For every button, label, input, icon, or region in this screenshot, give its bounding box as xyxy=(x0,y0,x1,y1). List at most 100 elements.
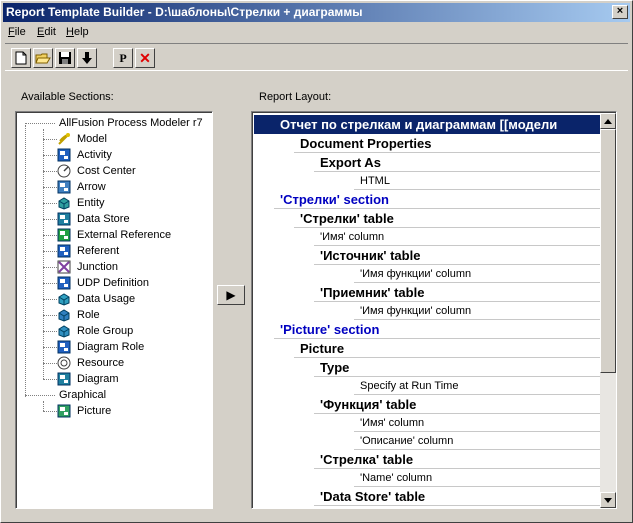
layout-row[interactable]: 'Источник' table xyxy=(254,246,600,265)
layout-row[interactable]: 'Имя' column xyxy=(254,228,600,246)
tree-item-udp-definition[interactable]: UDP Definition xyxy=(57,275,207,291)
new-document-icon xyxy=(15,51,27,65)
title-bar: Report Template Builder - D:\шаблоны\Стр… xyxy=(3,3,630,22)
tree-item-label: Diagram xyxy=(77,373,119,385)
menu-file[interactable]: File xyxy=(8,26,26,38)
entity-icon xyxy=(58,197,70,210)
layout-row[interactable]: Export As xyxy=(254,153,600,172)
tree-item-label: Arrow xyxy=(77,181,106,193)
menu-edit[interactable]: Edit xyxy=(37,26,56,38)
available-sections-tree[interactable]: AllFusion Process Modeler r7 Model Activit… xyxy=(15,111,213,509)
layout-row[interactable]: 'Описание' column xyxy=(254,432,600,450)
report-layout-label: Report Layout: xyxy=(259,91,332,103)
layout-row-label: 'Picture' section xyxy=(280,322,380,337)
tree-item-junction[interactable]: Junction xyxy=(57,259,207,275)
delete-icon: ✕ xyxy=(139,49,151,66)
tree-connector xyxy=(43,331,57,332)
layout-row-label: 'Имя функции' column xyxy=(360,305,472,317)
tree-item-data-store[interactable]: Data Store xyxy=(57,211,207,227)
tree-connector xyxy=(43,251,57,252)
tree-item-data-usage[interactable]: Data Usage xyxy=(57,291,207,307)
tree-item-label: UDP Definition xyxy=(77,277,149,289)
tree-item-diagram[interactable]: Diagram xyxy=(57,371,207,387)
external-reference-icon xyxy=(57,228,71,242)
layout-row[interactable]: 'Приемник' table xyxy=(254,283,600,302)
layout-row[interactable]: 'Функция' table xyxy=(254,395,600,414)
layout-row-label: 'Стрелки' table xyxy=(300,211,394,226)
save-icon xyxy=(59,52,71,64)
layout-row[interactable]: 'Имя' column xyxy=(254,414,600,432)
layout-row[interactable]: 'Имя функции' column xyxy=(254,302,600,320)
layout-row[interactable]: Отчет по стрелкам и диаграммам [[модели xyxy=(254,115,600,134)
tree-item-label: Picture xyxy=(77,405,112,417)
delete-button[interactable]: ✕ xyxy=(135,48,155,68)
scroll-up-icon xyxy=(604,118,612,124)
add-section-button[interactable]: ▶ xyxy=(217,285,245,305)
layout-row[interactable]: Picture xyxy=(254,339,600,358)
layout-row[interactable]: Document Properties xyxy=(254,134,600,153)
layout-row[interactable]: Specify at Run Time xyxy=(254,377,600,395)
close-button[interactable]: × xyxy=(612,5,628,19)
diagram-role-icon xyxy=(57,340,71,354)
tree-item-role-group[interactable]: Role Group xyxy=(57,323,207,339)
layout-row[interactable]: 'Data Store' table xyxy=(254,487,600,506)
model-icon xyxy=(58,133,70,145)
open-button[interactable] xyxy=(33,48,53,68)
layout-row-label: Specify at Run Time xyxy=(360,380,459,392)
tree-item-label: Model xyxy=(77,133,107,145)
menu-help[interactable]: Help xyxy=(66,26,89,38)
vertical-scrollbar[interactable] xyxy=(600,113,616,508)
tree-item-diagram-role[interactable]: Diagram Role xyxy=(57,339,207,355)
picture-icon xyxy=(57,404,71,418)
open-folder-icon xyxy=(35,53,51,64)
udp-definition-icon xyxy=(57,276,71,290)
tree-connector xyxy=(43,129,44,379)
layout-row-label: 'Приемник' table xyxy=(320,285,425,300)
scroll-up-button[interactable] xyxy=(600,113,616,129)
tree-item-referent[interactable]: Referent xyxy=(57,243,207,259)
layout-row-label: 'Стрелка' table xyxy=(320,452,414,467)
tree-connector xyxy=(43,267,57,268)
report-template-builder-window: Report Template Builder - D:\шаблоны\Стр… xyxy=(0,0,633,523)
tree-item-activity[interactable]: Activity xyxy=(57,147,207,163)
new-button[interactable] xyxy=(11,48,31,68)
scroll-thumb[interactable] xyxy=(600,129,616,373)
layout-row[interactable]: 'Стрелки' section xyxy=(254,190,600,209)
tree-item-resource[interactable]: Resource xyxy=(57,355,207,371)
role-icon xyxy=(58,309,70,322)
layout-row[interactable]: 'Имя функции' column xyxy=(254,265,600,283)
tree-item-cost-center[interactable]: Cost Center xyxy=(57,163,207,179)
layout-row[interactable]: 'Стрелки' table xyxy=(254,209,600,228)
move-down-button[interactable] xyxy=(77,48,97,68)
tree-item-model[interactable]: Model xyxy=(57,131,207,147)
properties-button[interactable]: P xyxy=(113,48,133,68)
tree-item-label: Cost Center xyxy=(77,165,136,177)
tree-connector xyxy=(43,315,57,316)
arrow-right-icon: ▶ xyxy=(226,288,236,302)
tree-item-entity[interactable]: Entity xyxy=(57,195,207,211)
tree-connector xyxy=(43,299,57,300)
layout-row-label: Type xyxy=(320,360,350,375)
tree-connector xyxy=(43,411,57,412)
layout-row[interactable]: Type xyxy=(254,358,600,377)
save-button[interactable] xyxy=(55,48,75,68)
tree-item-external-reference[interactable]: External Reference xyxy=(57,227,207,243)
arrow-icon xyxy=(57,180,71,194)
tree-item-label: Graphical xyxy=(59,389,107,401)
layout-row-label: 'Имя' column xyxy=(360,417,425,429)
tree-item-arrow[interactable]: Arrow xyxy=(57,179,207,195)
report-layout-tree[interactable]: Отчет по стрелкам и диаграммам [[модели D… xyxy=(251,111,617,509)
layout-row-label: Export As xyxy=(320,155,381,170)
layout-row[interactable]: HTML xyxy=(254,172,600,190)
layout-row[interactable]: 'Picture' section xyxy=(254,320,600,339)
layout-row[interactable]: 'Стрелка' table xyxy=(254,450,600,469)
tree-item-label: Role xyxy=(77,309,100,321)
scroll-down-button[interactable] xyxy=(600,492,616,508)
available-sections-label: Available Sections: xyxy=(21,91,114,103)
tree-item-label: Data Usage xyxy=(77,293,136,305)
layout-row[interactable]: 'Name' column xyxy=(254,469,600,487)
layout-row-label: 'Имя' column xyxy=(320,231,385,243)
data-store-icon xyxy=(57,212,71,226)
tree-item-role[interactable]: Role xyxy=(57,307,207,323)
tree-item-label: Entity xyxy=(77,197,105,209)
